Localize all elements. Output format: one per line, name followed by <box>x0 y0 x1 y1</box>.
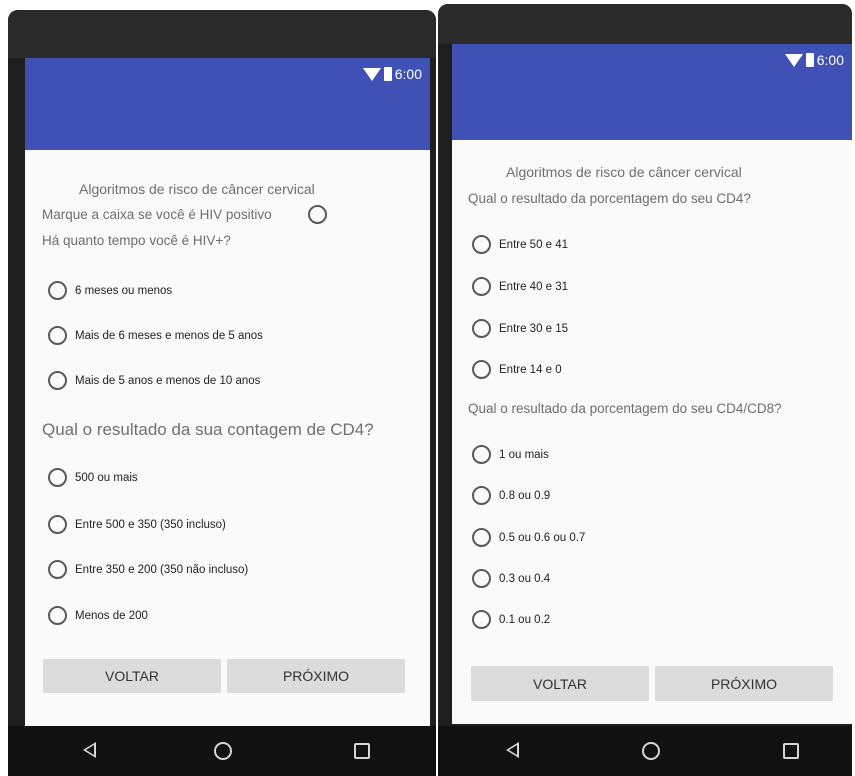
radio-button[interactable] <box>48 468 67 487</box>
radio-option[interactable]: Entre 50 e 41 <box>472 235 568 254</box>
radio-option[interactable]: Entre 14 e 0 <box>472 360 562 379</box>
recents-nav-icon[interactable] <box>354 743 370 759</box>
status-bar: 6:00 <box>452 44 852 78</box>
radio-button[interactable] <box>472 528 491 547</box>
radio-button[interactable] <box>472 569 491 588</box>
option-label: 0.8 ou 0.9 <box>499 489 551 502</box>
home-nav-icon[interactable] <box>214 742 232 760</box>
app-bar <box>452 78 852 140</box>
radio-option[interactable]: Mais de 5 anos e menos de 10 anos <box>48 371 260 390</box>
navigation-bar <box>438 726 852 776</box>
next-button[interactable]: PRÓXIMO <box>227 659 405 693</box>
radio-button[interactable] <box>48 371 67 390</box>
battery-icon <box>383 67 392 81</box>
home-nav-icon[interactable] <box>642 742 660 760</box>
option-label: 500 ou mais <box>75 471 138 484</box>
option-label: Mais de 6 meses e menos de 5 anos <box>75 329 263 342</box>
back-nav-icon[interactable] <box>83 742 96 758</box>
wifi-icon <box>784 53 803 67</box>
radio-button[interactable] <box>472 610 491 629</box>
option-label: 1 ou mais <box>499 448 549 461</box>
radio-option[interactable]: Entre 40 e 31 <box>472 277 568 296</box>
option-label: 6 meses ou menos <box>75 284 173 297</box>
question-time: Há quanto tempo você é HIV+? <box>42 233 231 248</box>
battery-icon <box>805 53 814 67</box>
wifi-icon <box>362 67 381 81</box>
option-label: Entre 500 e 350 (350 incluso) <box>75 518 226 531</box>
back-button[interactable]: VOLTAR <box>43 659 221 693</box>
hiv-checkbox-label: Marque a caixa se você é HIV positivo <box>42 207 272 222</box>
radio-button[interactable] <box>48 515 67 534</box>
status-bar: 6:00 <box>25 58 430 92</box>
option-label: 0.1 ou 0.2 <box>499 613 551 626</box>
radio-option[interactable]: Menos de 200 <box>48 606 148 625</box>
radio-button[interactable] <box>48 281 67 300</box>
option-label: Entre 30 e 15 <box>499 322 569 335</box>
radio-option[interactable]: 0.1 ou 0.2 <box>472 610 550 629</box>
option-label: Entre 40 e 31 <box>499 280 569 293</box>
radio-button[interactable] <box>472 445 491 464</box>
back-nav-icon[interactable] <box>506 742 519 758</box>
radio-option[interactable]: 0.3 ou 0.4 <box>472 569 550 588</box>
radio-button[interactable] <box>472 486 491 505</box>
radio-option[interactable]: Entre 350 e 200 (350 não incluso) <box>48 560 248 579</box>
radio-option[interactable]: Entre 30 e 15 <box>472 319 568 338</box>
option-label: Mais de 5 anos e menos de 10 anos <box>75 374 261 387</box>
next-button[interactable]: PRÓXIMO <box>655 666 833 701</box>
status-time: 6:00 <box>394 66 422 82</box>
form-content: Algoritmos de risco de câncer cervical M… <box>25 150 430 734</box>
radio-option[interactable]: 500 ou mais <box>48 468 138 487</box>
phone-bezel-top <box>438 4 852 44</box>
option-label: 0.3 ou 0.4 <box>499 572 551 585</box>
radio-option[interactable]: 0.5 ou 0.6 ou 0.7 <box>472 528 585 547</box>
hiv-positive-radio[interactable] <box>308 205 327 224</box>
phone-screen-1: 6:00 Algoritmos de risco de câncer cervi… <box>8 10 436 776</box>
page-title: Algoritmos de risco de câncer cervical <box>79 181 315 197</box>
radio-option[interactable]: Mais de 6 meses e menos de 5 anos <box>48 326 263 345</box>
radio-option[interactable]: 6 meses ou menos <box>48 281 172 300</box>
question-cd4-percent: Qual o resultado da porcentagem do seu C… <box>468 191 751 206</box>
radio-option[interactable]: Entre 500 e 350 (350 incluso) <box>48 515 226 534</box>
app-bar <box>25 92 430 150</box>
radio-button[interactable] <box>472 360 491 379</box>
option-label: 0.5 ou 0.6 ou 0.7 <box>499 531 586 544</box>
page-title: Algoritmos de risco de câncer cervical <box>506 164 742 180</box>
phone-bezel-top <box>8 10 436 58</box>
status-time: 6:00 <box>816 52 844 68</box>
option-label: Entre 50 e 41 <box>499 238 569 251</box>
radio-button[interactable] <box>472 277 491 296</box>
option-label: Entre 350 e 200 (350 não incluso) <box>75 563 249 576</box>
radio-option[interactable]: 1 ou mais <box>472 445 549 464</box>
back-button[interactable]: VOLTAR <box>471 666 649 701</box>
option-label: Menos de 200 <box>75 609 148 622</box>
navigation-bar <box>8 726 436 776</box>
radio-button[interactable] <box>472 235 491 254</box>
radio-button[interactable] <box>48 560 67 579</box>
question-cd4-count: Qual o resultado da sua contagem de CD4? <box>42 420 374 439</box>
recents-nav-icon[interactable] <box>783 743 799 759</box>
phone-screen-2: 6:00 Algoritmos de risco de câncer cervi… <box>438 4 852 776</box>
option-label: Entre 14 e 0 <box>499 363 562 376</box>
question-cd4-cd8: Qual o resultado da porcentagem do seu C… <box>468 401 782 416</box>
radio-button[interactable] <box>48 326 67 345</box>
radio-button[interactable] <box>48 606 67 625</box>
radio-button[interactable] <box>472 319 491 338</box>
form-content: Algoritmos de risco de câncer cervical Q… <box>452 140 852 724</box>
radio-option[interactable]: 0.8 ou 0.9 <box>472 486 550 505</box>
